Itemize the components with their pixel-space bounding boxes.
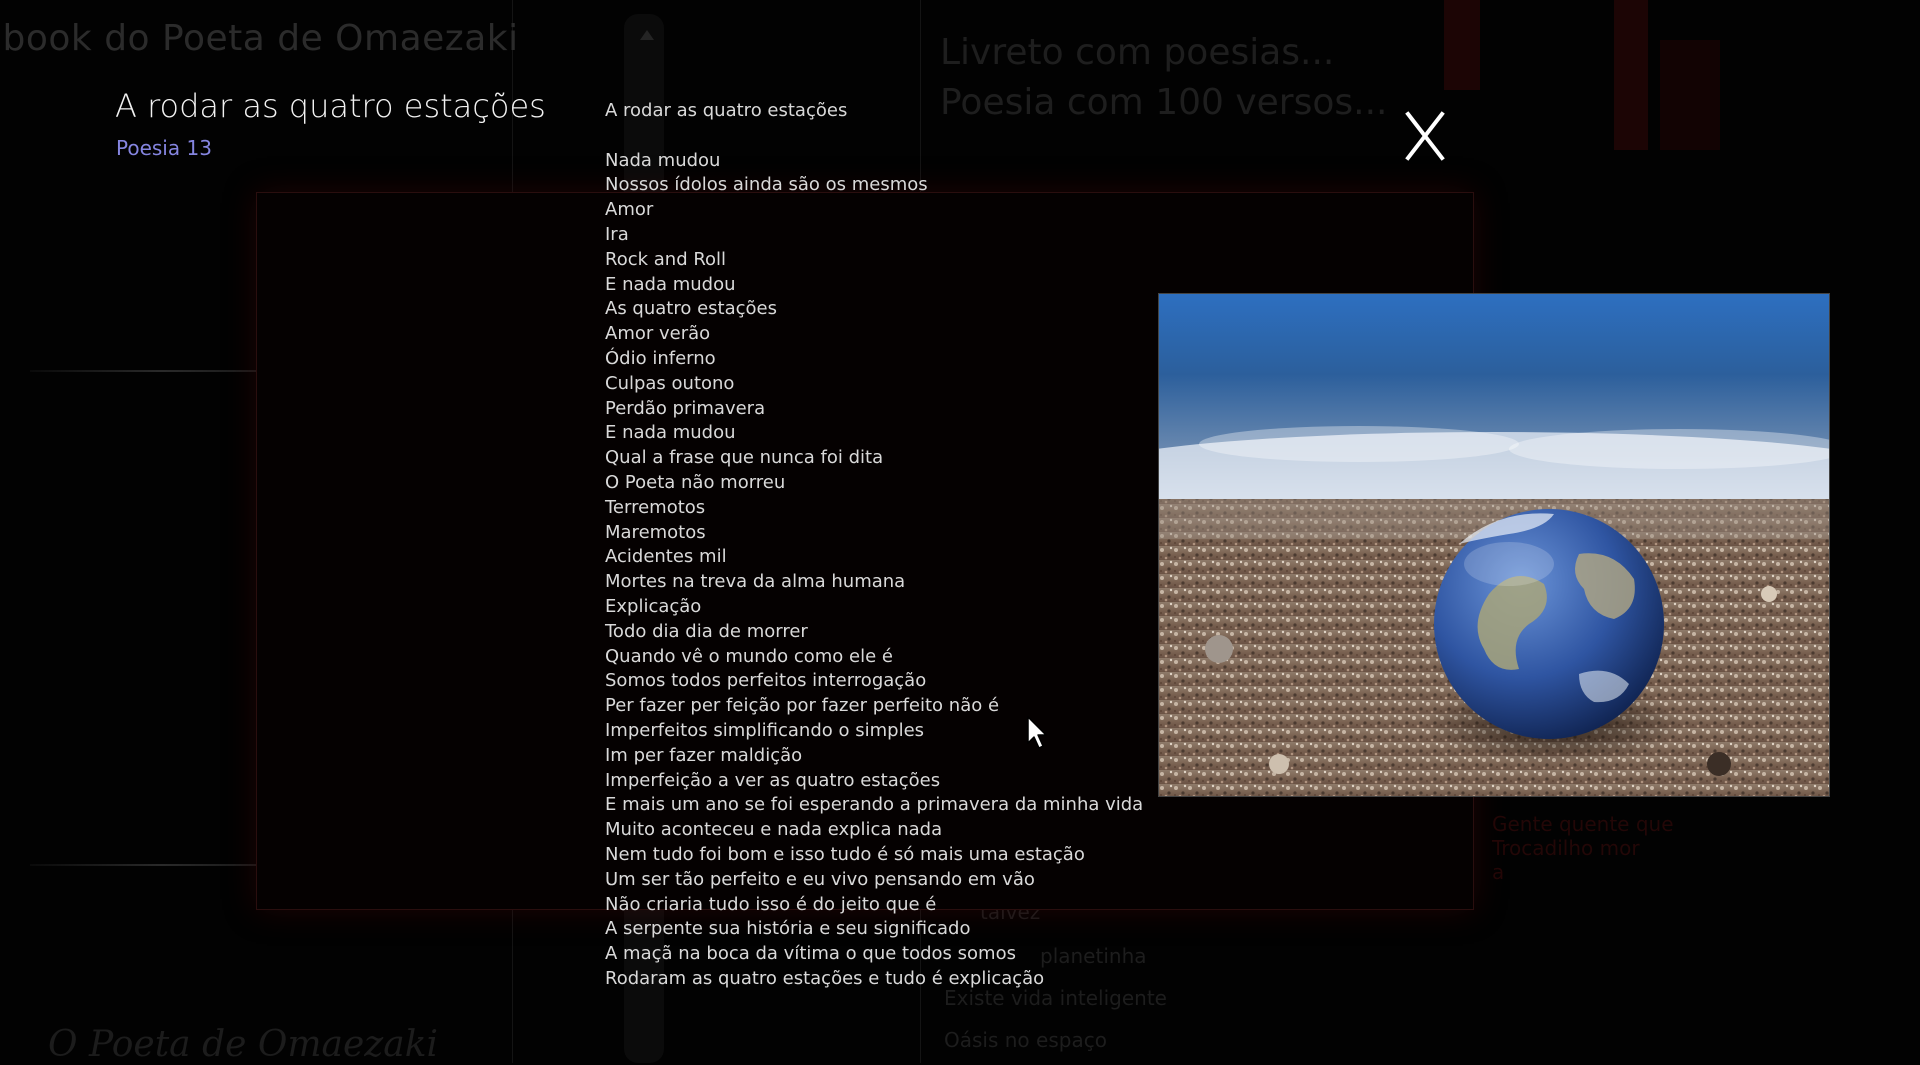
poem-lines: Nada mudou Nossos ídolos ainda são os mes… — [605, 149, 1143, 992]
poem-line: Rodaram as quatro estações e tudo é expl… — [605, 967, 1045, 989]
poem-line: Nossos ídolos ainda são os mesmos — [605, 174, 928, 196]
background-link: Trocadilho mor — [1492, 836, 1640, 860]
poem-line: Quando vê o mundo como ele é — [605, 645, 893, 667]
poem-line: Nada mudou — [605, 149, 721, 171]
poem-line: Terremotos — [605, 496, 706, 518]
poem-line: Explicação — [605, 595, 702, 617]
poem-line: Im per fazer maldição — [605, 744, 803, 766]
poem-title: A rodar as quatro estações — [115, 87, 546, 125]
background-red-decoration — [1444, 0, 1480, 90]
poem-line: E mais um ano se foi esperando a primave… — [605, 794, 1144, 816]
poem-line: Qual a frase que nunca foi dita — [605, 447, 884, 469]
poem-line: Acidentes mil — [605, 546, 727, 568]
poem-line: Per fazer per feição por fazer perfeito … — [605, 695, 1000, 717]
poem-line: Ódio inferno — [605, 347, 716, 369]
poem-number: Poesia 13 — [116, 136, 212, 160]
book-title: ibook do Poeta de Omaezaki — [0, 18, 519, 59]
scroll-up-arrow-icon — [640, 30, 654, 40]
poem-line: Muito aconteceu e nada explica nada — [605, 819, 943, 841]
poem-line: Somos todos perfeitos interrogação — [605, 670, 927, 692]
poem-line: E nada mudou — [605, 422, 736, 444]
background-link: a — [1492, 860, 1505, 884]
background-red-decoration — [1614, 0, 1648, 150]
poem-body: A rodar as quatro estações Nada mudou Nos… — [605, 99, 1143, 992]
poem-illustration-image — [1158, 293, 1830, 797]
poem-line: Culpas outono — [605, 372, 735, 394]
poem-line: Amor verão — [605, 323, 711, 345]
poem-line: Perdão primavera — [605, 397, 766, 419]
poem-line: Rock and Roll — [605, 248, 727, 270]
close-icon — [1405, 111, 1445, 161]
poem-line: Um ser tão perfeito e eu vivo pensando e… — [605, 868, 1035, 890]
footer-title: O Poeta de Omaezaki — [48, 1024, 439, 1065]
background-link: Gente quente que — [1492, 812, 1674, 836]
poem-line: Mortes na treva da alma humana — [605, 571, 906, 593]
poem-line: Ira — [605, 223, 629, 245]
poem-line: A serpente sua história e seu significad… — [605, 918, 971, 940]
poem-line: E nada mudou — [605, 273, 736, 295]
earth-on-beach-picture — [1159, 294, 1829, 796]
poem-line: As quatro estações — [605, 298, 777, 320]
poem-heading: A rodar as quatro estações — [605, 100, 848, 121]
mouse-cursor-icon — [1027, 716, 1049, 754]
poem-line: Nem tudo foi bom e isso tudo é só mais u… — [605, 843, 1085, 865]
poem-line: Todo dia dia de morrer — [605, 620, 808, 642]
poem-line: Maremotos — [605, 521, 706, 543]
background-link: Oásis no espaço — [944, 1028, 1107, 1052]
poem-line: Não criaria tudo isso é do jeito que é — [605, 893, 937, 915]
poem-line: Imperfeição a ver as quatro estações — [605, 769, 941, 791]
poem-line: Imperfeitos simplificando o simples — [605, 719, 925, 741]
background-header-line: Livreto com poesias... — [940, 32, 1335, 73]
poem-line: Amor — [605, 199, 654, 221]
close-button[interactable] — [1400, 106, 1450, 166]
poem-line: O Poeta não morreu — [605, 471, 786, 493]
poem-line: A maçã na boca da vítima o que todos som… — [605, 943, 1016, 965]
background-red-decoration — [1660, 40, 1720, 150]
